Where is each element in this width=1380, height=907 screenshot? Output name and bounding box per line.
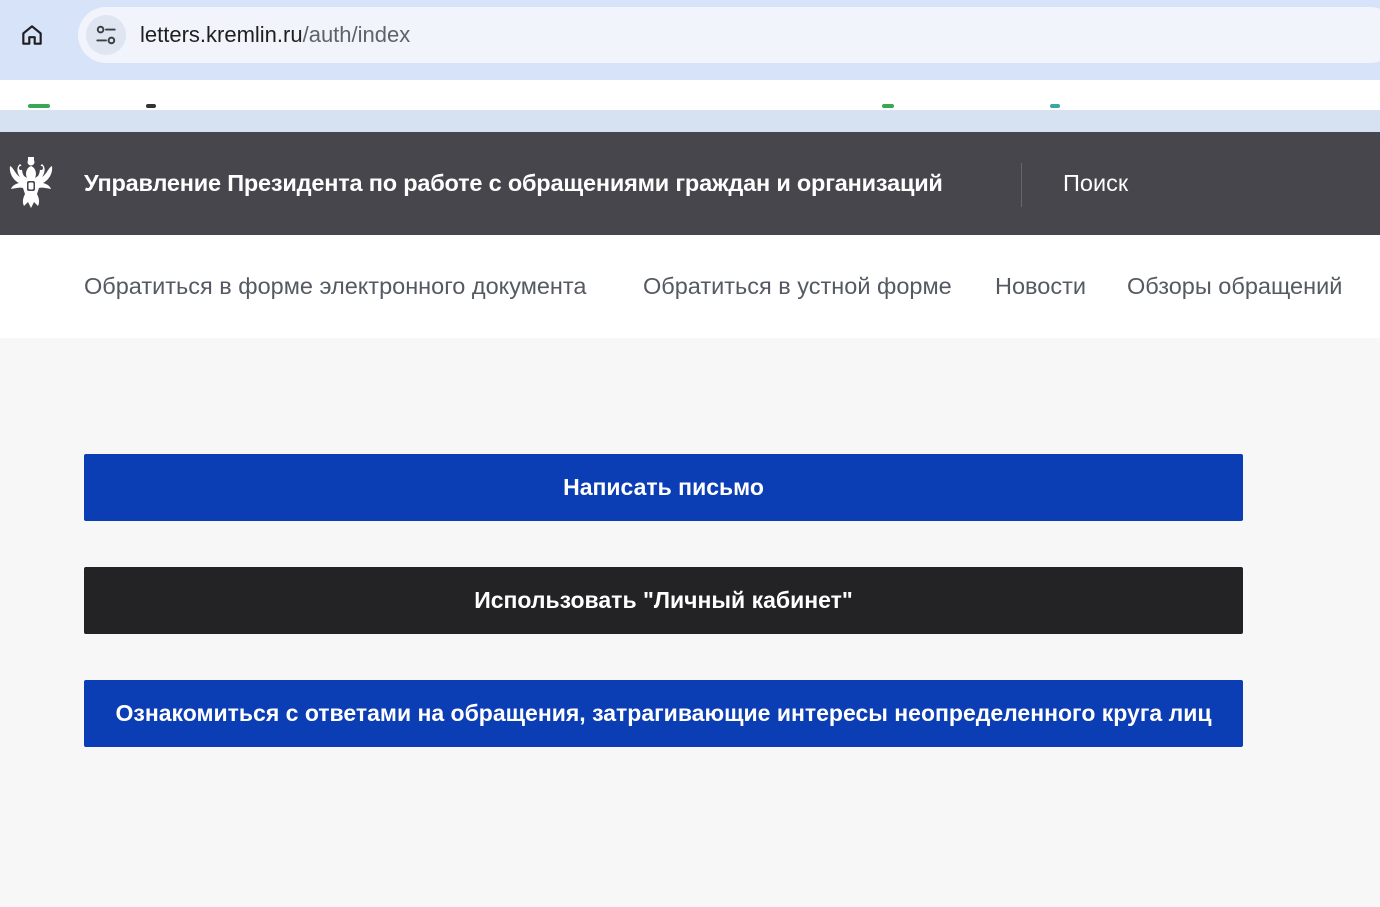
nav-item-news[interactable]: Новости	[995, 273, 1086, 300]
url-host: letters.kremlin.ru	[140, 22, 303, 47]
double-headed-eagle-emblem-icon[interactable]	[6, 154, 56, 210]
personal-account-button[interactable]: Использовать "Личный кабинет"	[84, 567, 1243, 634]
view-answers-button[interactable]: Ознакомиться с ответами на обращения, за…	[84, 680, 1243, 747]
url-path: /auth/index	[302, 22, 411, 47]
site-info-icon	[96, 25, 116, 45]
site-title[interactable]: Управление Президента по работе с обраще…	[84, 170, 943, 197]
bookmark-fragment	[882, 104, 894, 108]
browser-toolbar: letters.kremlin.ru/auth/index	[0, 0, 1380, 80]
home-button[interactable]	[14, 18, 50, 52]
header-divider	[1021, 163, 1022, 207]
search-link[interactable]: Поиск	[1063, 170, 1128, 197]
main-nav: Обратиться в форме электронного документ…	[0, 235, 1380, 338]
site-info-button[interactable]	[86, 15, 126, 55]
bookmarks-bar	[0, 80, 1380, 110]
bookmark-fragment	[28, 104, 50, 108]
address-bar[interactable]: letters.kremlin.ru/auth/index	[78, 7, 1380, 63]
write-letter-button[interactable]: Написать письмо	[84, 454, 1243, 521]
nav-item-reviews[interactable]: Обзоры обращений	[1127, 273, 1342, 300]
bookmark-fragment	[146, 104, 156, 108]
home-icon	[22, 25, 42, 45]
site-header: Управление Президента по работе с обраще…	[0, 132, 1380, 235]
bookmark-fragment	[1050, 104, 1060, 108]
url-text: letters.kremlin.ru/auth/index	[140, 22, 410, 48]
nav-item-oral-form[interactable]: Обратиться в устной форме	[643, 273, 952, 300]
browser-strip	[0, 110, 1380, 132]
nav-item-electronic-document[interactable]: Обратиться в форме электронного документ…	[84, 273, 586, 300]
